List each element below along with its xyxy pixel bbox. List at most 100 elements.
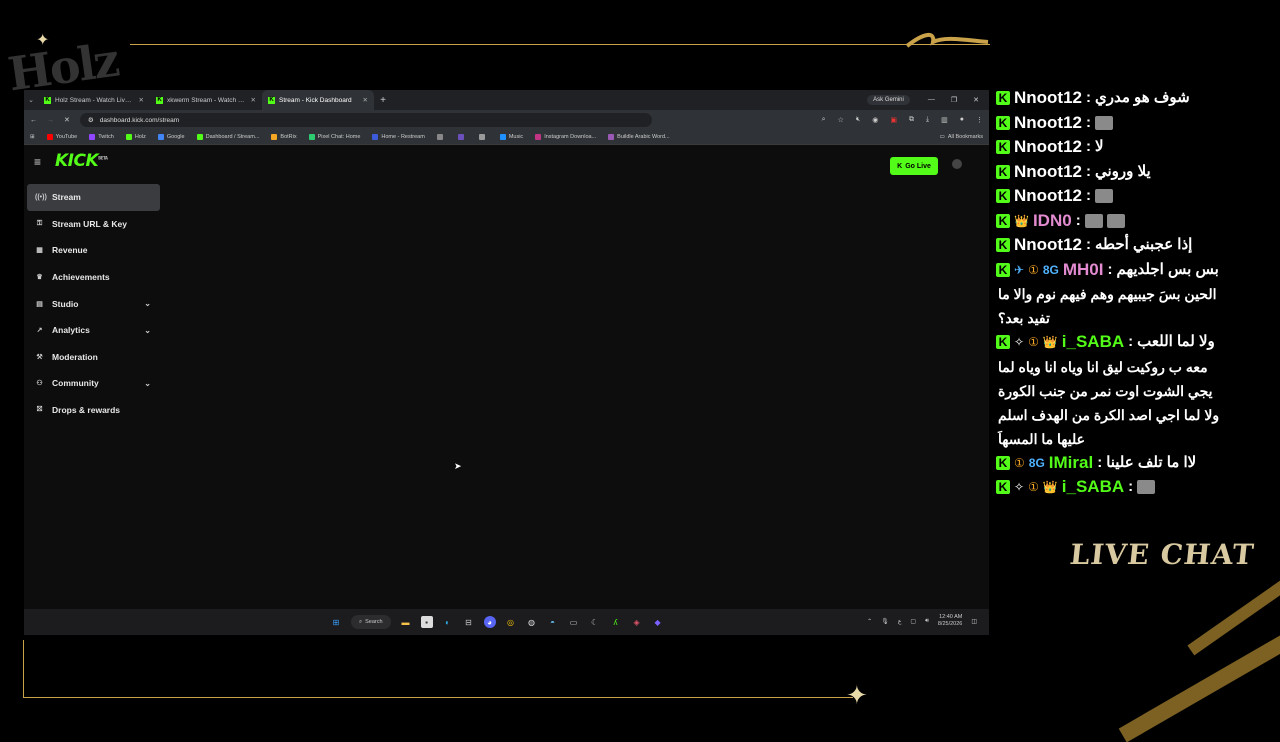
kick-badge-icon: K <box>996 455 1010 470</box>
menu-icon[interactable]: ⋮ <box>976 116 983 124</box>
chat-username[interactable]: i_SABA <box>1062 475 1124 500</box>
steam-icon[interactable]: ◓ <box>547 616 559 628</box>
close-icon[interactable]: ✕ <box>139 96 144 104</box>
terminal-icon[interactable]: ⊟ <box>463 616 475 628</box>
chat-username[interactable]: i_SABA <box>1062 330 1124 355</box>
avatar[interactable] <box>952 159 962 169</box>
bookmark-item[interactable] <box>436 134 446 140</box>
search-icon: ⌕ <box>359 618 363 625</box>
chat-username[interactable]: Nnoot12 <box>1014 184 1082 209</box>
browser-tab-active[interactable]: K Stream - Kick Dashboard ✕ <box>262 90 374 110</box>
chat-username[interactable]: IDN0 <box>1033 209 1072 234</box>
chrome-icon[interactable]: ◎ <box>505 616 517 628</box>
kick-logo[interactable]: KICKBETA <box>55 151 108 171</box>
new-tab-icon[interactable]: + <box>374 95 392 106</box>
bookmark-item[interactable]: Twitch <box>89 134 114 140</box>
app-icon[interactable]: ʎ <box>610 616 622 628</box>
sidebar-item-moderation[interactable]: ⚒ Moderation <box>27 344 160 371</box>
download-icon[interactable]: ⤓ <box>926 116 929 124</box>
browser-tab[interactable]: K Holz Stream - Watch Live on Kick ✕ <box>38 90 150 110</box>
zoom-icon[interactable]: ⌕ <box>822 116 826 124</box>
ask-gemini-button[interactable]: Ask Gemini <box>867 95 910 105</box>
chat-username[interactable]: IMiral <box>1049 451 1093 476</box>
file-explorer-icon[interactable]: ▬ <box>400 616 412 628</box>
chat-badge-icon: 👑 <box>1042 480 1058 494</box>
bookmark-item[interactable]: YouTube <box>46 134 77 140</box>
edge-icon[interactable]: ◐ <box>442 616 454 628</box>
chat-username[interactable]: Nnoot12 <box>1014 111 1082 136</box>
obs-icon[interactable]: ◍ <box>526 616 538 628</box>
browser-tab[interactable]: K xkwerm Stream - Watch Live on Kick ✕ <box>150 90 262 110</box>
chat-text: بس بس اجلديهم <box>1116 260 1219 278</box>
bookmark-item[interactable]: Home - Restream <box>372 134 425 140</box>
chat-username[interactable]: Nnoot12 <box>1014 86 1082 111</box>
live-chat-overlay: K Nnoot12: شوف هو مدري K Nnoot12: K Nnoot12: لا… <box>996 86 1266 500</box>
store-icon[interactable]: ▪ <box>420 616 433 628</box>
record-icon[interactable]: ▣ <box>890 116 897 124</box>
sidebar-item-stream-url-key[interactable]: ⚿ Stream URL & Key <box>27 211 160 238</box>
back-icon[interactable]: ← <box>30 117 37 124</box>
bookmark-item[interactable]: Music <box>499 134 523 140</box>
bookmark-item[interactable] <box>478 134 488 140</box>
url-field[interactable]: ⚙ dashboard.kick.com/stream <box>79 113 652 127</box>
bookmark-item[interactable]: Buildle Arabic Word... <box>608 134 670 140</box>
close-icon[interactable]: ✕ <box>251 96 256 104</box>
chat-text: يلا وروني <box>1095 162 1151 180</box>
tab-search-icon[interactable]: ⌄ <box>24 96 38 104</box>
extension-icon[interactable]: ◉ <box>872 116 878 124</box>
profile-icon[interactable]: ● <box>960 116 964 124</box>
app-icon[interactable]: ◆ <box>652 616 664 628</box>
chat-username[interactable]: Nnoot12 <box>1014 160 1082 185</box>
bookmark-item[interactable]: Holz <box>125 134 146 140</box>
go-live-button[interactable]: K Go Live <box>890 157 938 175</box>
chevron-down-icon[interactable]: ⌄ <box>144 299 151 308</box>
all-bookmarks-button[interactable]: ▭ All Bookmarks <box>940 134 983 140</box>
bookmark-label: BotRix <box>280 134 297 140</box>
bookmark-item[interactable]: BotRix <box>271 134 297 140</box>
maximize-icon[interactable]: ❐ <box>951 96 957 104</box>
volume-icon[interactable]: 🔊︎ <box>925 618 929 625</box>
close-icon[interactable]: ✕ <box>363 96 368 104</box>
taskbar-search[interactable]: ⌕ Search <box>351 615 391 629</box>
site-info-icon[interactable]: ⚙ <box>88 116 94 124</box>
chevron-down-icon[interactable]: ⌄ <box>144 379 151 388</box>
sidebar-item-achievements[interactable]: ♛ Achievements <box>27 264 160 291</box>
sidebar-item-studio[interactable]: ▤ Studio ⌄ <box>27 290 160 317</box>
mute-icon[interactable]: 🔇︎ <box>856 116 860 124</box>
tray-overflow-icon[interactable]: ⌃ <box>867 618 872 625</box>
sidepanel-icon[interactable]: ▥ <box>941 116 948 124</box>
bookmark-item[interactable]: Dashboard / Stream... <box>196 134 259 140</box>
language-indicator[interactable]: ع <box>898 618 902 625</box>
bookmark-item[interactable]: Google <box>157 134 185 140</box>
bookmark-star-icon[interactable]: ☆ <box>838 116 844 124</box>
sidebar-item-stream[interactable]: ((•)) Stream <box>27 184 160 211</box>
discord-icon[interactable]: ◕ <box>483 616 496 628</box>
minimize-icon[interactable]: — <box>928 96 935 104</box>
bookmark-item[interactable] <box>457 134 467 140</box>
sidebar-item-drops-rewards[interactable]: ⛝ Drops & rewards <box>27 397 160 424</box>
sidebar-item-community[interactable]: ⚇ Community ⌄ <box>27 370 160 397</box>
chevron-down-icon[interactable]: ⌄ <box>144 326 151 335</box>
sidebar-item-analytics[interactable]: ↗ Analytics ⌄ <box>27 317 160 344</box>
sidebar-item-revenue[interactable]: ▦ Revenue <box>27 237 160 264</box>
chat-username[interactable]: Nnoot12 <box>1014 233 1082 258</box>
bookmark-item[interactable]: Pixel Chat: Home <box>308 134 360 140</box>
reload-icon[interactable]: ✕ <box>64 116 70 124</box>
app-icon[interactable]: ◈ <box>631 616 643 628</box>
app-icon[interactable]: ☾ <box>589 616 601 628</box>
hamburger-menu-icon[interactable]: ≡ <box>34 155 41 169</box>
chat-username[interactable]: MH0I <box>1063 258 1104 283</box>
forward-icon[interactable]: → <box>47 117 54 124</box>
close-window-icon[interactable]: ✕ <box>973 96 979 104</box>
windows-start-icon[interactable]: ⊞ <box>330 616 342 628</box>
kick-badge-icon: K <box>996 164 1010 179</box>
keyboard-icon[interactable]: ▭ <box>568 616 580 628</box>
chat-username[interactable]: Nnoot12 <box>1014 135 1082 160</box>
mic-icon[interactable]: 🎙︎ <box>881 618 889 625</box>
bookmark-item[interactable]: Instagram Downloa... <box>535 134 596 140</box>
clock[interactable]: 12:40 AM 8/25/2026 <box>938 614 962 628</box>
notification-icon[interactable]: ◫ <box>971 618 977 625</box>
apps-icon[interactable]: ⊞ <box>30 134 35 140</box>
extensions-puzzle-icon[interactable]: ⧉ <box>909 116 914 124</box>
network-icon[interactable]: ▢ <box>910 618 916 625</box>
